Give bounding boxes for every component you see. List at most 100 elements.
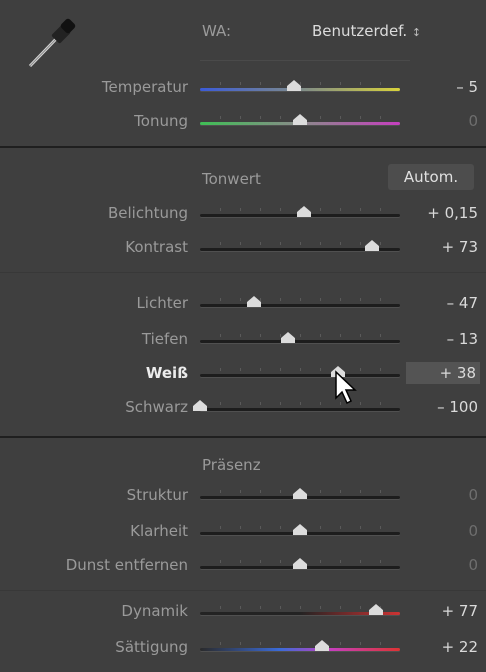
slider-tick <box>380 368 381 371</box>
slider-tick <box>360 490 361 493</box>
slider-tick <box>260 526 261 529</box>
slider-tick <box>240 242 241 245</box>
slider-tick <box>360 560 361 563</box>
slider-track-klarheit[interactable] <box>200 526 400 535</box>
slider-label-schwarz: Schwarz <box>125 398 188 416</box>
slider-tick <box>280 298 281 301</box>
white-balance-eyedropper-icon[interactable] <box>24 16 84 72</box>
slider-tick <box>240 402 241 405</box>
slider-value-struktur[interactable]: 0 <box>408 486 478 504</box>
slider-tick <box>340 642 341 645</box>
slider-tick <box>260 242 261 245</box>
slider-tick <box>280 242 281 245</box>
slider-tick <box>220 368 221 371</box>
wb-dropdown[interactable]: Benutzerdef. ↕ <box>312 22 421 40</box>
slider-tick <box>380 334 381 337</box>
slider-tick <box>240 642 241 645</box>
slider-tick <box>260 402 261 405</box>
slider-tick <box>220 208 221 211</box>
slider-track-lichter[interactable] <box>200 298 400 307</box>
slider-value-tonung[interactable]: 0 <box>408 112 478 130</box>
slider-tick <box>380 116 381 119</box>
slider-tick <box>260 82 261 85</box>
slider-tick <box>360 368 361 371</box>
auto-button[interactable]: Autom. <box>388 164 474 190</box>
slider-tick <box>320 560 321 563</box>
slider-tick <box>360 642 361 645</box>
slider-tick <box>380 560 381 563</box>
slider-tick <box>340 490 341 493</box>
slider-label-saettigung: Sättigung <box>115 638 188 656</box>
slider-tick <box>340 606 341 609</box>
slider-tick <box>360 208 361 211</box>
slider-label-klarheit: Klarheit <box>130 522 188 540</box>
slider-label-tonung: Tonung <box>134 112 188 130</box>
slider-tick <box>240 334 241 337</box>
slider-tick <box>300 606 301 609</box>
mouse-pointer-icon <box>335 370 357 405</box>
slider-value-lichter[interactable]: – 47 <box>408 294 478 312</box>
slider-value-dunst[interactable]: 0 <box>408 556 478 574</box>
slider-label-temperatur: Temperatur <box>101 78 188 96</box>
slider-value-schwarz[interactable]: – 100 <box>408 398 478 416</box>
slider-tick <box>280 606 281 609</box>
slider-tick <box>280 368 281 371</box>
slider-tick <box>380 402 381 405</box>
slider-tick <box>360 298 361 301</box>
slider-value-klarheit[interactable]: 0 <box>408 522 478 540</box>
slider-tick <box>360 526 361 529</box>
slider-value-temperatur[interactable]: – 5 <box>408 78 478 96</box>
slider-tick <box>300 368 301 371</box>
slider-track-kontrast[interactable] <box>200 242 400 251</box>
slider-tick <box>280 560 281 563</box>
slider-tick <box>260 334 261 337</box>
slider-tick <box>220 402 221 405</box>
slider-tick <box>280 334 281 337</box>
section-title-tonwert: Tonwert <box>202 170 261 188</box>
slider-tick <box>340 82 341 85</box>
slider-tick <box>220 560 221 563</box>
slider-value-dynamik[interactable]: + 77 <box>408 602 478 620</box>
slider-tick <box>220 642 221 645</box>
slider-tick <box>340 526 341 529</box>
slider-value-saettigung[interactable]: + 22 <box>408 638 478 656</box>
slider-label-lichter: Lichter <box>136 294 188 312</box>
wb-value: Benutzerdef. <box>312 22 408 40</box>
slider-track-temperatur[interactable] <box>200 82 400 91</box>
slider-tick <box>260 606 261 609</box>
slider-tick <box>280 116 281 119</box>
slider-tick <box>380 242 381 245</box>
slider-track-struktur[interactable] <box>200 490 400 499</box>
slider-tick <box>260 642 261 645</box>
slider-tick <box>340 298 341 301</box>
slider-tick <box>300 642 301 645</box>
slider-track-weiss[interactable] <box>200 368 400 377</box>
slider-track-saettigung[interactable] <box>200 642 400 651</box>
slider-track-dynamik[interactable] <box>200 606 400 615</box>
slider-tick <box>220 526 221 529</box>
slider-track-tiefen[interactable] <box>200 334 400 343</box>
slider-track-dunst[interactable] <box>200 560 400 569</box>
slider-label-dynamik: Dynamik <box>121 602 188 620</box>
slider-track-belichtung[interactable] <box>200 208 400 217</box>
slider-value-tiefen[interactable]: – 13 <box>408 330 478 348</box>
slider-tick <box>260 116 261 119</box>
slider-tick <box>260 560 261 563</box>
slider-tick <box>220 82 221 85</box>
slider-tick <box>300 334 301 337</box>
slider-tick <box>300 402 301 405</box>
slider-tick <box>320 82 321 85</box>
slider-tick <box>280 208 281 211</box>
slider-tick <box>320 208 321 211</box>
slider-value-belichtung[interactable]: + 0,15 <box>408 204 478 222</box>
slider-tick <box>320 490 321 493</box>
slider-track-tonung[interactable] <box>200 116 400 125</box>
slider-track-schwarz[interactable] <box>200 402 400 411</box>
slider-tick <box>380 526 381 529</box>
slider-tick <box>340 116 341 119</box>
slider-tick <box>240 82 241 85</box>
slider-value-weiss[interactable]: + 38 <box>406 362 480 384</box>
slider-tick <box>380 298 381 301</box>
slider-value-kontrast[interactable]: + 73 <box>408 238 478 256</box>
slider-tick <box>360 606 361 609</box>
